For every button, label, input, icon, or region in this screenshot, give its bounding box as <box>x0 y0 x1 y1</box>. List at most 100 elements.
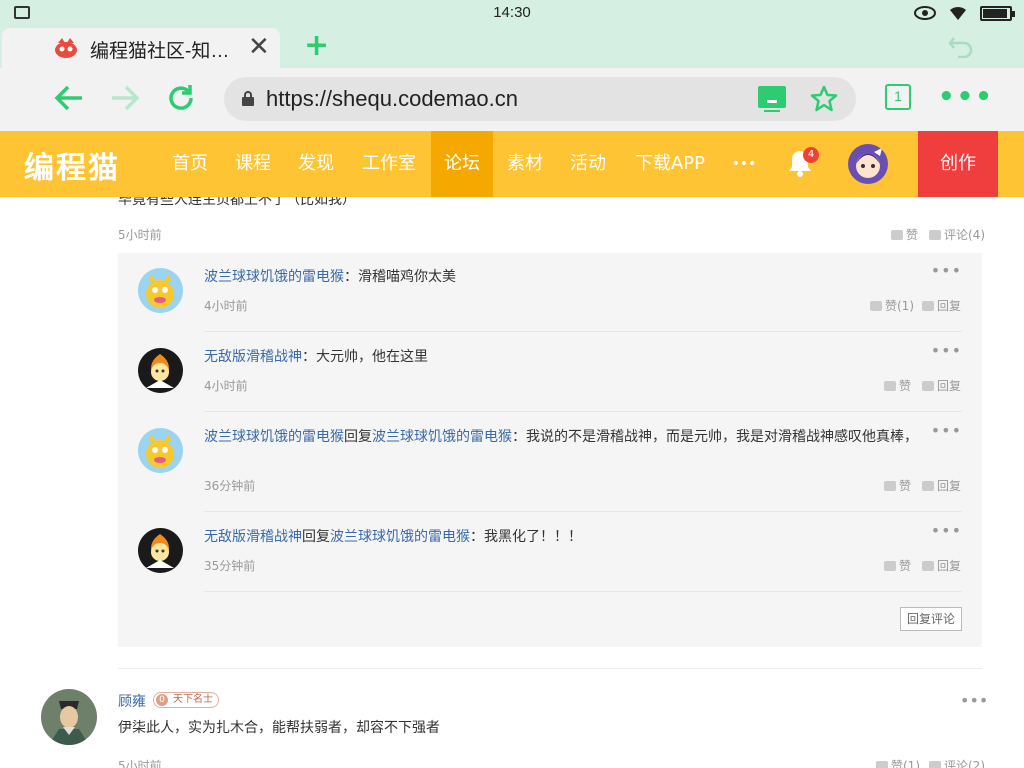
reply-content: ：大元帅，他在这里 <box>302 349 428 365</box>
undo-icon[interactable] <box>948 34 974 58</box>
more-icon[interactable]: ••• <box>931 521 962 540</box>
nav-materials[interactable]: 素材 <box>495 131 555 197</box>
avatar[interactable] <box>41 689 97 745</box>
comment-button[interactable]: 评论(4) <box>929 226 985 243</box>
divider <box>204 411 962 412</box>
reply-connector: 回复 <box>344 429 372 445</box>
avatar[interactable] <box>138 428 183 473</box>
comment-icon <box>922 480 934 491</box>
reply-target-username[interactable]: 波兰球球饥饿的雷电猴 <box>330 529 470 545</box>
divider <box>204 331 962 332</box>
nav-discover[interactable]: 发现 <box>286 131 346 197</box>
like-label: 赞 <box>899 379 912 393</box>
comment-username[interactable]: 顾雍 <box>118 691 146 711</box>
eye-icon <box>914 6 936 20</box>
reply-content: ：我说的不是滑稽战神，而是元帅，我是对滑稽战神感叹他真棒， <box>512 429 918 445</box>
site-logo[interactable]: 编程猫 <box>24 143 120 187</box>
nav-download-app[interactable]: 下载APP <box>624 131 716 197</box>
list-item: 无敌版滑稽战神回复波兰球球饥饿的雷电猴：我黑化了！！！ 35分钟前 ••• 赞 … <box>118 513 982 593</box>
like-button[interactable]: 赞 <box>884 557 911 574</box>
comment-icon <box>929 760 941 768</box>
like-button[interactable]: 赞 <box>891 226 918 243</box>
reply-username[interactable]: 波兰球球饥饿的雷电猴 <box>204 429 344 445</box>
like-button[interactable]: 赞 <box>884 377 911 394</box>
previous-comment-time: 5小时前 <box>118 228 162 242</box>
create-button[interactable]: 创作 <box>918 131 998 197</box>
reply-username[interactable]: 无敌版滑稽战神 <box>204 349 302 365</box>
list-item: 波兰球球饥饿的雷电猴：滑稽喵鸡你太美 4小时前 ••• 赞(1) 回复 <box>118 253 982 333</box>
comment-button[interactable]: 评论(2) <box>929 757 985 768</box>
lock-icon <box>242 91 254 106</box>
thumb-up-icon <box>870 300 882 311</box>
reply-text: 波兰球球饥饿的雷电猴：滑稽喵鸡你太美 <box>204 267 920 288</box>
cast-icon[interactable] <box>758 86 786 112</box>
previous-comment-text: 毕竟有些人连主页都上不了（比如我） <box>118 197 356 208</box>
forward-arrow-icon[interactable] <box>110 84 140 112</box>
reply-target-username[interactable]: 波兰球球饥饿的雷电猴 <box>372 429 512 445</box>
divider <box>118 668 982 669</box>
nav-studio[interactable]: 工作室 <box>352 131 426 197</box>
nav-home[interactable]: 首页 <box>160 131 220 197</box>
reply-text: 无敌版滑稽战神：大元帅，他在这里 <box>204 347 920 368</box>
battery-icon <box>980 5 1015 21</box>
tab-title: 编程猫社区-知… <box>90 41 230 62</box>
nav-forum[interactable]: 论坛 <box>431 131 493 197</box>
reply-button[interactable]: 回复 <box>922 377 961 394</box>
browser-menu-icon[interactable]: ••• <box>938 82 994 112</box>
back-arrow-icon[interactable] <box>54 84 84 112</box>
nav-events[interactable]: 活动 <box>558 131 618 197</box>
reply-button[interactable]: 回复 <box>922 477 961 494</box>
wifi-icon <box>950 6 966 20</box>
close-tab-icon[interactable]: ✕ <box>248 34 270 60</box>
thumb-up-icon <box>876 760 888 768</box>
like-button[interactable]: 赞(1) <box>876 757 920 768</box>
tab-strip: 编程猫社区-知… ✕ + <box>0 26 1024 68</box>
reply-username[interactable]: 波兰球球饥饿的雷电猴 <box>204 269 344 285</box>
reply-content: ：滑稽喵鸡你太美 <box>344 269 456 285</box>
more-icon[interactable]: ••• <box>931 261 962 280</box>
like-button[interactable]: 赞 <box>884 477 911 494</box>
codemao-favicon-icon <box>55 38 77 58</box>
comment-thread: 毕竟有些人连主页都上不了（比如我） 5小时前 赞 评论(4) 波兰球球饥饿的雷电… <box>0 197 1024 768</box>
reply-username[interactable]: 无敌版滑稽战神 <box>204 529 302 545</box>
url-field[interactable]: https://shequ.codemao.cn <box>224 77 856 121</box>
avatar[interactable] <box>138 268 183 313</box>
refresh-icon[interactable] <box>166 83 196 113</box>
avatar[interactable] <box>138 528 183 573</box>
user-title: 天下名士 <box>173 694 213 705</box>
avatar[interactable] <box>138 348 183 393</box>
bookmark-star-icon[interactable] <box>810 85 838 113</box>
reply-comment-button[interactable]: 回复评论 <box>900 607 962 631</box>
reply-time: 4小时前 <box>204 379 248 393</box>
comment-icon <box>929 229 941 240</box>
thumb-up-icon <box>891 229 903 240</box>
status-time: 14:30 <box>493 4 531 21</box>
reply-button[interactable]: 回复 <box>922 297 961 314</box>
list-item: 无敌版滑稽战神：大元帅，他在这里 4小时前 ••• 赞 回复 <box>118 333 982 413</box>
new-tab-icon[interactable]: + <box>304 28 329 63</box>
thumb-up-icon <box>884 380 896 391</box>
like-label: 赞 <box>906 228 919 242</box>
reply-button[interactable]: 回复 <box>922 557 961 574</box>
comment-icon <box>922 380 934 391</box>
comment-label: 评论(2) <box>944 759 985 768</box>
nav-courses[interactable]: 课程 <box>223 131 283 197</box>
tab-count-button[interactable]: 1 <box>885 84 911 110</box>
comment-label: 评论(4) <box>944 228 985 242</box>
user-title-badge: 0 天下名士 <box>153 692 219 708</box>
like-button[interactable]: 赞(1) <box>870 297 914 314</box>
reply-time: 35分钟前 <box>204 559 256 573</box>
comment-time: 5小时前 <box>118 759 162 768</box>
reply-text: 波兰球球饥饿的雷电猴回复波兰球球饥饿的雷电猴：我说的不是滑稽战神，而是元帅，我是… <box>204 427 920 448</box>
nav-more-icon[interactable]: ••• <box>722 131 766 197</box>
more-icon[interactable]: ••• <box>931 421 962 440</box>
thumb-up-icon <box>884 560 896 571</box>
comment-icon <box>922 300 934 311</box>
status-bar: 14:30 <box>0 0 1024 26</box>
browser-tab[interactable]: 编程猫社区-知… ✕ <box>2 28 280 68</box>
user-avatar[interactable] <box>848 144 888 184</box>
more-icon[interactable]: ••• <box>960 691 988 710</box>
more-icon[interactable]: ••• <box>931 341 962 360</box>
like-label: 赞 <box>899 479 912 493</box>
url-text: https://shequ.codemao.cn <box>266 86 518 111</box>
